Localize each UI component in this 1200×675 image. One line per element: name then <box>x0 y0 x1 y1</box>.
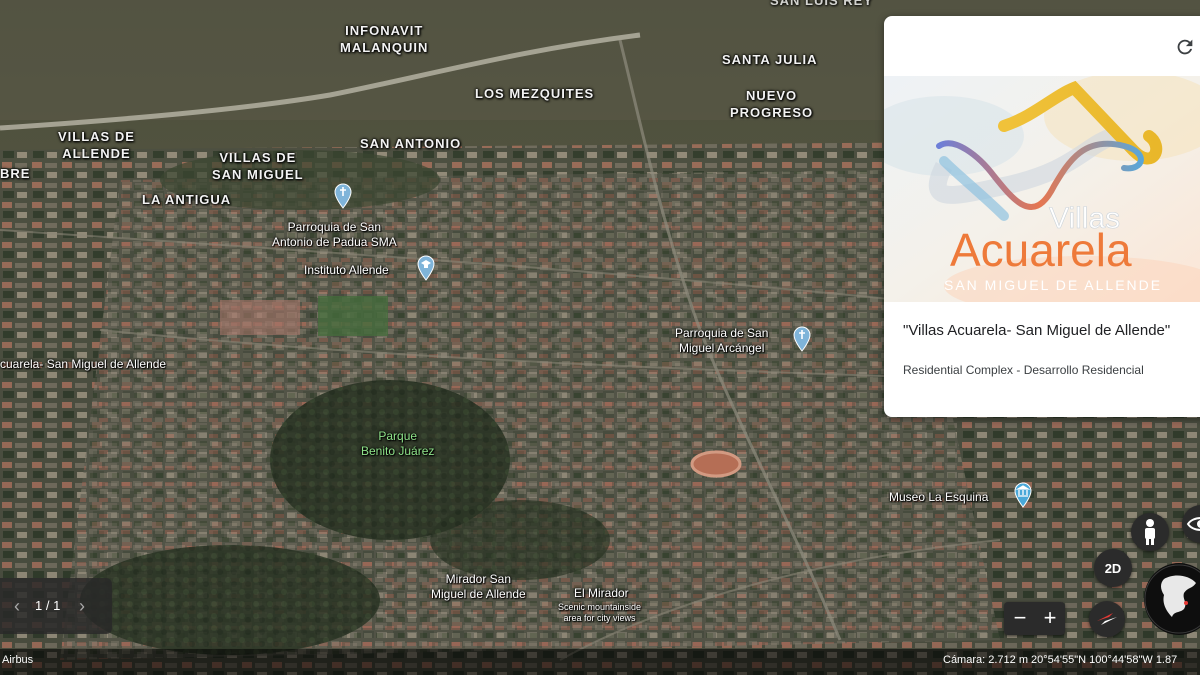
eye-icon <box>1186 517 1200 531</box>
place-label-left-edge: BRE <box>0 166 31 181</box>
zoom-out-button[interactable]: − <box>1005 602 1035 635</box>
place-label-villas-de-san-miguel: VILLAS DE SAN MIGUEL <box>212 150 304 182</box>
place-label-san-luis-rey: SAN LUIS REY <box>770 0 874 8</box>
place-info-card: Villas Acuarela SAN MIGUEL DE ALLENDE "V… <box>884 16 1200 417</box>
poi-label-parque-benito-juarez[interactable]: Parque Benito Juárez <box>361 429 434 459</box>
zoom-controls: − + <box>1004 602 1065 635</box>
logo-acuarela-text: Acuarela <box>950 224 1132 276</box>
place-label-santa-julia: SANTA JULIA <box>722 52 818 67</box>
museum-pin-icon[interactable] <box>1013 482 1033 508</box>
poi-desc-el-mirador: Scenic mountainside area for city views <box>558 602 642 623</box>
toggle-2d-button[interactable]: 2D <box>1094 549 1132 587</box>
tour-pager: ‹ 1 / 1 › <box>0 578 112 634</box>
place-label-la-antigua: LA ANTIGUA <box>142 192 232 207</box>
poi-label-el-mirador[interactable]: El Mirador <box>574 586 629 601</box>
pegman-button[interactable] <box>1131 513 1169 551</box>
poi-label-instituto-allende[interactable]: Instituto Allende <box>304 263 389 278</box>
church-pin-icon[interactable] <box>333 183 353 209</box>
poi-label-parroquia-arcangel[interactable]: Parroquia de San Miguel Arcángel <box>675 326 768 356</box>
villas-acuarela-logo: Villas Acuarela SAN MIGUEL DE ALLENDE <box>884 71 1200 316</box>
poi-label-mirador-sma[interactable]: Mirador San Miguel de Allende <box>431 572 526 602</box>
pegman-icon <box>1145 519 1155 545</box>
chevron-left-icon[interactable]: ‹ <box>8 596 26 616</box>
logo-subtitle-text: SAN MIGUEL DE ALLENDE <box>944 277 1162 293</box>
place-subtitle: Residential Complex - Desarrollo Residen… <box>903 363 1144 377</box>
status-bar: Airbus Cámara: 2.712 m 20°54'55"N 100°44… <box>0 649 1200 675</box>
poi-label-parroquia-padua[interactable]: Parroquia de San Antonio de Padua SMA <box>272 220 397 250</box>
place-label-villas-de-allende: VILLAS DE ALLENDE <box>58 129 135 161</box>
place-label-infonavit: INFONAVIT MALANQUIN <box>340 23 429 55</box>
place-label-los-mezquites: LOS MEZQUITES <box>475 86 595 101</box>
view-toggle-button[interactable] <box>1182 505 1200 543</box>
refresh-icon[interactable] <box>1174 36 1196 58</box>
place-title: "Villas Acuarela- San Miguel de Allende" <box>903 322 1171 339</box>
poi-label-museo-la-esquina[interactable]: Museo La Esquina <box>889 490 988 505</box>
zoom-in-button[interactable]: + <box>1035 602 1065 635</box>
camera-coordinates: Cámara: 2.712 m 20°54'55"N 100°44'58"W 1… <box>943 654 1178 666</box>
imagery-attribution: Airbus <box>2 654 34 666</box>
compass-icon <box>1097 613 1117 625</box>
church-pin-icon[interactable] <box>792 326 812 352</box>
pager-count: 1 / 1 <box>35 598 61 613</box>
place-label-san-antonio: SAN ANTONIO <box>360 136 462 151</box>
place-label-nuevo-progreso: NUEVO PROGRESO <box>730 88 814 120</box>
chevron-right-icon[interactable]: › <box>73 596 91 616</box>
school-pin-icon[interactable] <box>416 255 436 281</box>
compass-button[interactable] <box>1089 601 1125 637</box>
poi-label-villas-acuarela[interactable]: cuarela- San Miguel de Allende <box>0 357 166 372</box>
